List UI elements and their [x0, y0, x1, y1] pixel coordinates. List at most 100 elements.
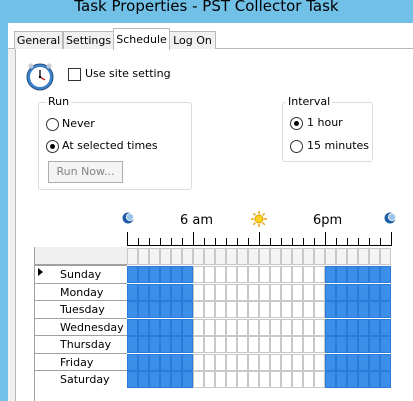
schedule-cell[interactable] — [248, 371, 259, 388]
schedule-cell[interactable] — [336, 371, 347, 388]
schedule-cell[interactable] — [160, 266, 171, 283]
schedule-cell[interactable] — [259, 336, 270, 353]
schedule-cell[interactable] — [303, 266, 314, 283]
schedule-cell[interactable] — [204, 353, 215, 371]
grid-header-cell[interactable] — [138, 248, 149, 265]
day-row-label[interactable]: Sunday — [34, 265, 127, 283]
schedule-cell[interactable] — [204, 371, 215, 388]
grid-header-cell[interactable] — [314, 248, 325, 265]
schedule-cell[interactable] — [380, 353, 391, 371]
grid-header-cell[interactable] — [248, 248, 259, 265]
schedule-cell[interactable] — [138, 318, 149, 336]
day-row-label[interactable]: Saturday — [34, 370, 127, 388]
schedule-cell[interactable] — [171, 353, 182, 371]
schedule-cell[interactable] — [193, 353, 204, 371]
day-row-label[interactable]: Wednesday — [34, 317, 127, 336]
schedule-cell[interactable] — [138, 283, 149, 301]
schedule-cell[interactable] — [248, 336, 259, 353]
schedule-cell[interactable] — [281, 353, 292, 371]
schedule-cell[interactable] — [182, 336, 193, 353]
schedule-cell[interactable] — [259, 266, 270, 283]
schedule-cell[interactable] — [248, 318, 259, 336]
schedule-cell[interactable] — [325, 353, 336, 371]
schedule-cell[interactable] — [160, 353, 171, 371]
schedule-cell[interactable] — [215, 336, 226, 353]
schedule-cell[interactable] — [292, 283, 303, 301]
tab-log-on[interactable]: Log On — [169, 31, 216, 49]
schedule-cell[interactable] — [171, 283, 182, 301]
schedule-cell[interactable] — [237, 301, 248, 318]
grid-header-cell[interactable] — [369, 248, 380, 265]
schedule-cell[interactable] — [336, 353, 347, 371]
schedule-cell[interactable] — [292, 301, 303, 318]
grid-header-cell[interactable] — [281, 248, 292, 265]
schedule-cell[interactable] — [182, 301, 193, 318]
schedule-cell[interactable] — [138, 266, 149, 283]
schedule-cell[interactable] — [193, 301, 204, 318]
schedule-cell[interactable] — [336, 266, 347, 283]
schedule-cell[interactable] — [248, 353, 259, 371]
schedule-cell[interactable] — [292, 318, 303, 336]
schedule-cell[interactable] — [303, 283, 314, 301]
schedule-cell[interactable] — [138, 336, 149, 353]
schedule-cell[interactable] — [193, 336, 204, 353]
schedule-cell[interactable] — [369, 371, 380, 388]
grid-header-cell[interactable] — [292, 248, 303, 265]
schedule-cell[interactable] — [127, 336, 138, 353]
schedule-cell[interactable] — [292, 353, 303, 371]
schedule-cell[interactable] — [270, 371, 281, 388]
schedule-cell[interactable] — [226, 371, 237, 388]
schedule-cell[interactable] — [314, 336, 325, 353]
schedule-cell[interactable] — [160, 301, 171, 318]
day-row-label[interactable]: Tuesday — [34, 300, 127, 318]
schedule-cell[interactable] — [237, 318, 248, 336]
run-never-radio[interactable] — [46, 118, 59, 131]
schedule-cell[interactable] — [314, 318, 325, 336]
schedule-cell[interactable] — [380, 283, 391, 301]
schedule-cell[interactable] — [215, 318, 226, 336]
schedule-cell[interactable] — [138, 353, 149, 371]
schedule-cell[interactable] — [248, 301, 259, 318]
schedule-cell[interactable] — [303, 301, 314, 318]
schedule-cell[interactable] — [182, 353, 193, 371]
schedule-cell[interactable] — [314, 353, 325, 371]
grid-header-cell[interactable] — [237, 248, 248, 265]
schedule-cell[interactable] — [237, 353, 248, 371]
grid-header-cell[interactable] — [204, 248, 215, 265]
schedule-cell[interactable] — [127, 371, 138, 388]
grid-header-cell[interactable] — [336, 248, 347, 265]
schedule-cell[interactable] — [358, 283, 369, 301]
grid-header-cell[interactable] — [380, 248, 391, 265]
schedule-cell[interactable] — [358, 266, 369, 283]
schedule-cell[interactable] — [270, 266, 281, 283]
schedule-cell[interactable] — [226, 353, 237, 371]
schedule-cell[interactable] — [171, 336, 182, 353]
schedule-cell[interactable] — [226, 318, 237, 336]
schedule-cell[interactable] — [127, 301, 138, 318]
schedule-cell[interactable] — [237, 336, 248, 353]
schedule-cell[interactable] — [336, 318, 347, 336]
schedule-cell[interactable] — [193, 318, 204, 336]
schedule-cell[interactable] — [325, 336, 336, 353]
schedule-cell[interactable] — [204, 301, 215, 318]
schedule-cell[interactable] — [226, 336, 237, 353]
grid-header-cell[interactable] — [347, 248, 358, 265]
run-now-button[interactable]: Run Now... — [48, 161, 123, 183]
schedule-cell[interactable] — [127, 318, 138, 336]
schedule-cell[interactable] — [358, 318, 369, 336]
schedule-cell[interactable] — [292, 371, 303, 388]
schedule-cell[interactable] — [314, 371, 325, 388]
schedule-cell[interactable] — [281, 371, 292, 388]
schedule-cell[interactable] — [303, 353, 314, 371]
schedule-cell[interactable] — [237, 371, 248, 388]
schedule-cell[interactable] — [281, 266, 292, 283]
schedule-cell[interactable] — [380, 266, 391, 283]
schedule-cell[interactable] — [171, 301, 182, 318]
schedule-cell[interactable] — [314, 266, 325, 283]
schedule-cell[interactable] — [248, 283, 259, 301]
schedule-cell[interactable] — [226, 266, 237, 283]
schedule-cell[interactable] — [369, 336, 380, 353]
grid-header-cell[interactable] — [182, 248, 193, 265]
use-site-setting-checkbox[interactable] — [68, 68, 81, 81]
schedule-cell[interactable] — [380, 371, 391, 388]
